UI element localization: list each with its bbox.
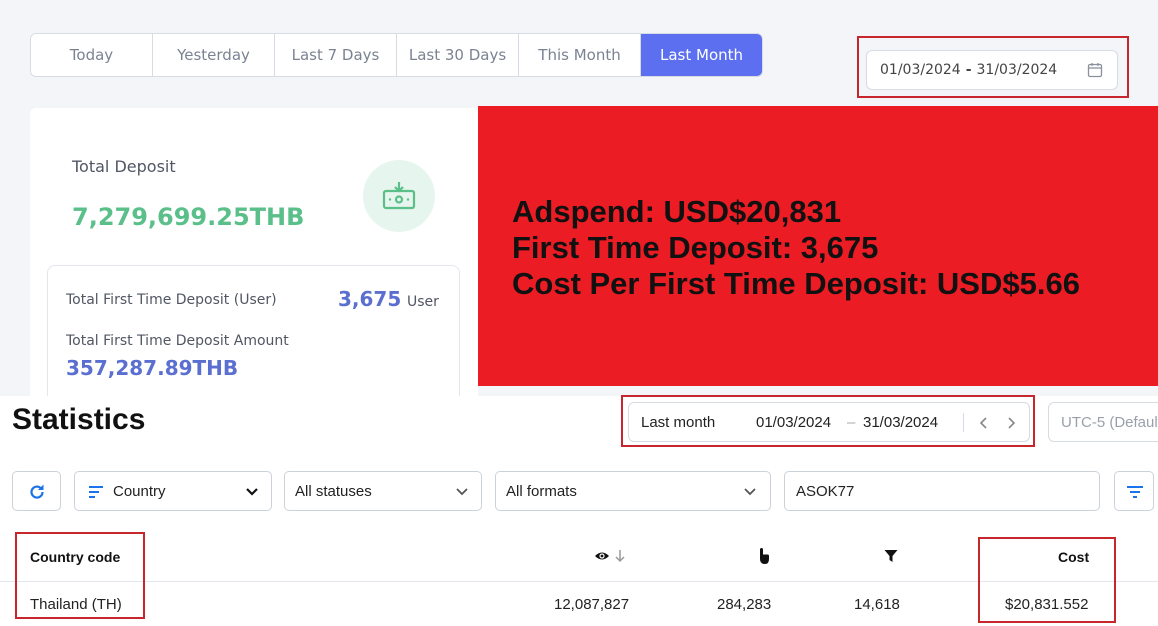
funnel-icon[interactable]: [884, 549, 898, 563]
ftd-amount-value: 357,287.89THB: [66, 356, 239, 380]
refresh-icon: [30, 484, 44, 499]
cell-clicks: 284,283: [717, 596, 772, 613]
deposit-icon: [363, 160, 435, 232]
annotation-text: Adspend: USD$20,831 First Time Deposit: …: [512, 194, 1080, 302]
annotation-first-time-deposit: First Time Deposit: 3,675: [512, 230, 879, 265]
date-range-end: 31/03/2024: [976, 62, 1058, 78]
chevron-left-icon[interactable]: [979, 416, 989, 430]
date-filter-tabs: Today Yesterday Last 7 Days Last 30 Days…: [30, 33, 763, 77]
click-pointer-icon[interactable]: [756, 547, 770, 565]
tab-this-month[interactable]: This Month: [519, 34, 641, 76]
period-separator: –: [847, 414, 856, 431]
tab-yesterday[interactable]: Yesterday: [153, 34, 275, 76]
tab-last-7-days[interactable]: Last 7 Days: [275, 34, 397, 76]
status-value: All statuses: [295, 483, 372, 500]
date-range-separator: -: [965, 62, 972, 78]
period-end: 31/03/2024: [863, 414, 939, 431]
chevron-down-icon: [246, 488, 258, 496]
chevron-down-icon: [744, 488, 756, 496]
ftd-user-unit: User: [407, 294, 439, 310]
period-picker[interactable]: Last month 01/03/2024 – 31/03/2024: [628, 402, 1030, 442]
status-select[interactable]: All statuses: [284, 471, 482, 511]
chevron-right-icon[interactable]: [1006, 416, 1016, 430]
chevron-down-icon: [456, 488, 468, 496]
ftd-amount-label: Total First Time Deposit Amount: [66, 333, 289, 349]
calendar-icon[interactable]: [1087, 62, 1103, 78]
format-select[interactable]: All formats: [495, 471, 771, 511]
tab-today[interactable]: Today: [31, 34, 153, 76]
period-divider: [963, 413, 964, 432]
search-input[interactable]: ASOK77: [784, 471, 1100, 511]
refresh-button[interactable]: [12, 471, 61, 511]
cell-impressions: 12,087,827: [554, 596, 630, 613]
tab-last-30-days[interactable]: Last 30 Days: [397, 34, 519, 76]
filter-lines-icon: [1127, 486, 1143, 498]
sort-lines-icon: [89, 486, 103, 498]
period-label: Last month: [641, 414, 716, 431]
country-highlight: [15, 532, 145, 619]
annotation-adspend: Adspend: USD$20,831: [512, 194, 842, 229]
annotation-cost-per-ftd: Cost Per First Time Deposit: USD$5.66: [512, 266, 1080, 301]
cost-highlight: [978, 537, 1116, 623]
cell-conversions: 14,618: [854, 596, 900, 613]
total-deposit-value: 7,279,699.25THB: [72, 203, 305, 231]
group-by-value: Country: [113, 483, 166, 500]
group-by-select[interactable]: Country: [74, 471, 272, 511]
date-range-picker[interactable]: 01/03/2024 - 31/03/2024: [866, 50, 1118, 90]
date-range-start: 01/03/2024: [880, 62, 961, 78]
timezone-select[interactable]: UTC-5 (Default): [1048, 402, 1158, 442]
impressions-sort-icon[interactable]: [594, 549, 628, 563]
ftd-user-label: Total First Time Deposit (User): [66, 292, 277, 308]
tab-last-month[interactable]: Last Month: [641, 34, 762, 76]
ftd-user-value: 3,675: [338, 287, 402, 311]
filter-button[interactable]: [1114, 471, 1154, 511]
period-start: 01/03/2024: [756, 414, 832, 431]
format-value: All formats: [506, 483, 577, 500]
total-deposit-title: Total Deposit: [72, 157, 176, 176]
statistics-title: Statistics: [12, 403, 146, 436]
search-value: ASOK77: [796, 483, 855, 500]
